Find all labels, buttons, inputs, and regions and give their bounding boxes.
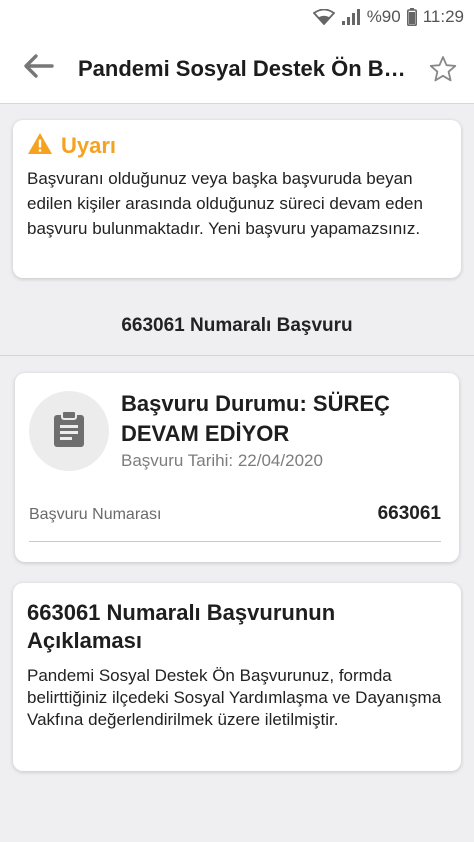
clock: 11:29 [422,7,464,26]
warning-message: Başvuranı olduğunuz veya başka başvuruda… [27,169,423,238]
description-title: 663061 Numaralı Başvurunun Açıklaması [27,600,336,653]
application-number-row: Başvuru Numarası 663061 [29,503,441,525]
signal-icon [341,9,361,25]
description-card: 663061 Numaralı Başvurunun Açıklaması Pa… [13,583,461,771]
document-icon [52,409,86,453]
battery-icon [406,8,417,26]
battery-percent: %90 [366,7,401,26]
application-status: Başvuru Durumu: SÜREÇ DEVAM EDİYOR [121,391,390,446]
application-number-label: Başvuru Numarası [29,506,162,523]
divider [29,541,441,542]
back-button[interactable] [6,34,70,104]
avatar [29,391,109,471]
warning-icon [27,132,53,160]
warning-header: Uyarı [27,132,447,160]
description-text: Pandemi Sosyal Destek Ön Başvurunuz, for… [27,666,442,729]
arrow-left-icon [22,53,54,84]
page-title: Pandemi Sosyal Destek Ön Başvuru [78,55,408,81]
favorite-button[interactable] [428,54,458,84]
application-number-value: 663061 [377,503,441,524]
warning-card: Uyarı Başvuranı olduğunuz veya başka baş… [13,120,461,278]
warning-title: Uyarı [61,133,117,158]
application-date: Başvuru Tarihi: 22/04/2020 [121,451,323,470]
application-heading: 663061 Numaralı Başvuru [0,296,474,356]
star-icon [428,56,458,88]
status-bar: %90 11:29 [0,0,474,34]
application-status-card: Başvuru Durumu: SÜREÇ DEVAM EDİYOR Başvu… [15,373,459,562]
wifi-icon [312,9,335,25]
app-bar: Pandemi Sosyal Destek Ön Başvuru [0,34,474,104]
